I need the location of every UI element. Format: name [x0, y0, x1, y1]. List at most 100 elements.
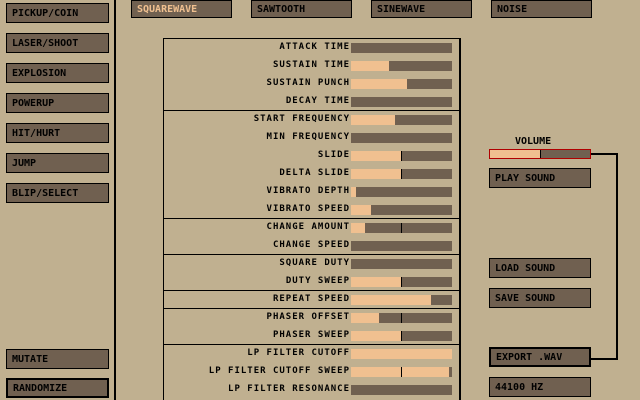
volume-connector [591, 153, 618, 360]
slider-track[interactable] [351, 115, 452, 125]
slider-row: LP FILTER RESONANCE [164, 381, 462, 399]
slider-track[interactable] [351, 61, 452, 71]
waveform-sawtooth-button[interactable]: SAWTOOTH [251, 0, 352, 18]
slider-label: CHANGE SPEED [272, 240, 350, 250]
slider-row: SLIDE [164, 147, 462, 165]
slider-fill [351, 187, 356, 197]
slider-track[interactable] [351, 169, 452, 179]
jump-button[interactable]: JUMP [6, 153, 109, 173]
sample-rate-label: 44100 HZ [495, 381, 544, 393]
load-sound-label: LOAD SOUND [495, 262, 556, 274]
slider-track[interactable] [351, 313, 452, 323]
export-wav-button[interactable]: EXPORT .WAV [489, 347, 591, 367]
slider-track[interactable] [351, 223, 452, 233]
slider-row: SUSTAIN TIME [164, 57, 462, 75]
play-sound-button[interactable]: PLAY SOUND [489, 168, 591, 188]
slider-track[interactable] [351, 133, 452, 143]
sample-rate-button[interactable]: 44100 HZ [489, 377, 591, 397]
laser-shoot-button[interactable]: LASER/SHOOT [6, 33, 109, 53]
powerup-button[interactable]: POWERUP [6, 93, 109, 113]
slider-label: LP FILTER CUTOFF SWEEP [208, 366, 350, 376]
slider-track[interactable] [351, 187, 452, 197]
slider-label: START FREQUENCY [253, 114, 350, 124]
volume-slider-center-tick [540, 150, 541, 158]
slider-track[interactable] [351, 331, 452, 341]
mutate-button[interactable]: MUTATE [6, 349, 109, 369]
randomize-label: RANDOMIZE [13, 382, 68, 394]
slider-label: DUTY SWEEP [285, 276, 350, 286]
pickup-coin-label: PICKUP/COIN [12, 7, 79, 19]
volume-label: VOLUME [515, 136, 552, 147]
slider-label: DECAY TIME [285, 96, 350, 106]
slider-fill [351, 331, 402, 341]
slider-track[interactable] [351, 385, 452, 395]
pickup-coin-button[interactable]: PICKUP/COIN [6, 3, 109, 23]
save-sound-button[interactable]: SAVE SOUND [489, 288, 591, 308]
slider-center-tick [401, 223, 402, 233]
slider-track[interactable] [351, 277, 452, 287]
slider-row: VIBRATO SPEED [164, 201, 462, 219]
sawtooth-label: SAWTOOTH [257, 3, 306, 15]
slider-track[interactable] [351, 295, 452, 305]
slider-row: VIBRATO DEPTH [164, 183, 462, 201]
slider-row: CHANGE SPEED [164, 237, 462, 255]
slider-track[interactable] [351, 367, 452, 377]
slider-fill [351, 115, 395, 125]
randomize-button[interactable]: RANDOMIZE [6, 378, 109, 398]
slider-label: PHASER OFFSET [266, 312, 350, 322]
slider-row: DUTY SWEEP [164, 273, 462, 291]
slider-row: PHASER SWEEP [164, 327, 462, 345]
slider-fill [351, 367, 449, 377]
slider-label: LP FILTER RESONANCE [228, 384, 350, 394]
slider-row: REPEAT SPEED [164, 291, 462, 309]
slider-fill [351, 169, 402, 179]
slider-fill [351, 223, 365, 233]
slider-row: START FREQUENCY [164, 111, 462, 129]
slider-row: DECAY TIME [164, 93, 462, 111]
laser-shoot-label: LASER/SHOOT [12, 37, 79, 49]
slider-row: SQUARE DUTY [164, 255, 462, 273]
slider-row: MIN FREQUENCY [164, 129, 462, 147]
waveform-noise-button[interactable]: NOISE [491, 0, 592, 18]
waveform-sinewave-button[interactable]: SINEWAVE [371, 0, 472, 18]
export-wav-label: EXPORT .WAV [496, 351, 563, 363]
left-panel-divider [114, 0, 116, 400]
blip-select-button[interactable]: BLIP/SELECT [6, 183, 109, 203]
explosion-label: EXPLOSION [12, 67, 67, 79]
slider-fill [351, 313, 379, 323]
jump-label: JUMP [12, 157, 37, 169]
squarewave-label: SQUAREWAVE [137, 3, 198, 15]
load-sound-button[interactable]: LOAD SOUND [489, 258, 591, 278]
slider-row: LP FILTER CUTOFF SWEEP [164, 363, 462, 381]
slider-track[interactable] [351, 79, 452, 89]
waveform-squarewave-button[interactable]: SQUAREWAVE [131, 0, 232, 18]
blip-select-label: BLIP/SELECT [12, 187, 79, 199]
slider-label: SQUARE DUTY [279, 258, 350, 268]
slider-label: VIBRATO SPEED [266, 204, 350, 214]
slider-fill [351, 61, 389, 71]
slider-row: CHANGE AMOUNT [164, 219, 462, 237]
slider-label: VIBRATO DEPTH [266, 186, 350, 196]
volume-slider[interactable] [489, 149, 591, 159]
noise-label: NOISE [497, 3, 528, 15]
slider-label: DELTA SLIDE [279, 168, 350, 178]
slider-row: ATTACK TIME [164, 39, 462, 57]
slider-track[interactable] [351, 349, 452, 359]
slider-label: SUSTAIN TIME [272, 60, 350, 70]
slider-track[interactable] [351, 259, 452, 269]
explosion-button[interactable]: EXPLOSION [6, 63, 109, 83]
slider-fill [351, 79, 407, 89]
slider-center-tick [401, 169, 402, 179]
slider-row: LP FILTER CUTOFF [164, 345, 462, 363]
powerup-label: POWERUP [12, 97, 55, 109]
slider-track[interactable] [351, 43, 452, 53]
slider-track[interactable] [351, 205, 452, 215]
slider-track[interactable] [351, 151, 452, 161]
slider-track[interactable] [351, 97, 452, 107]
slider-label: MIN FREQUENCY [266, 132, 350, 142]
parameter-panel: ATTACK TIME SUSTAIN TIME SUSTAIN PUNCH DECA… [163, 38, 461, 400]
slider-fill [351, 295, 431, 305]
slider-track[interactable] [351, 241, 452, 251]
mutate-label: MUTATE [12, 353, 49, 365]
hit-hurt-button[interactable]: HIT/HURT [6, 123, 109, 143]
